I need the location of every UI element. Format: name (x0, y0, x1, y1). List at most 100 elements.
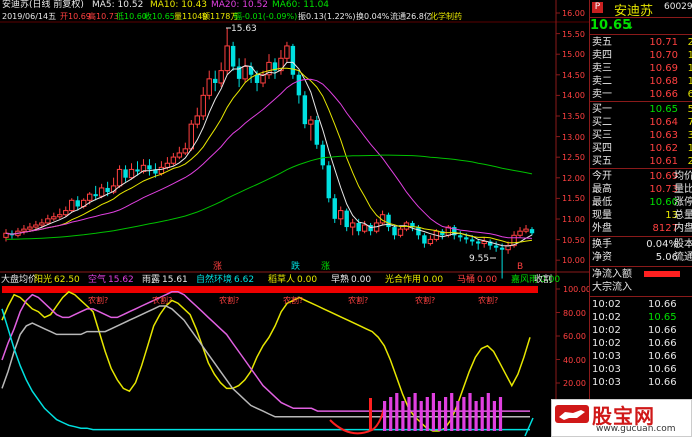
stat-tail-3: 总量 (674, 210, 692, 221)
candle-body-47 (284, 45, 290, 59)
stat-row-0: 今开 10.69 均价 (592, 170, 692, 183)
indicator-cyan-tail (524, 417, 534, 437)
ind-item-value-1: 15.62 (108, 275, 134, 285)
low-label: 低10.60 (116, 12, 147, 21)
bid-row-2: 买三 10.63 3 (592, 129, 692, 142)
harvest-label-2: 农割? (219, 296, 240, 305)
bid-row-1: 买二 10.64 7 (592, 116, 692, 129)
ask-label-3: 卖二 (592, 76, 612, 87)
last-price: 10.65 (590, 18, 632, 33)
tick-row-1: 10:02 10.65 (592, 311, 692, 324)
candle-body-71 (427, 238, 434, 245)
ask-price-0: 10.71 (649, 37, 678, 48)
price-axis-label-11: 10.50 (562, 235, 585, 245)
marker-up-2: 涨 (321, 262, 331, 272)
candle-body-11 (69, 199, 75, 212)
bid-vol-2: 3 (687, 130, 692, 141)
industry-label[interactable]: 化学制药 (430, 11, 462, 22)
stock-title: 安迪苏(日线 前复权) (2, 0, 84, 10)
ind-item-value-0: 62.50 (54, 275, 80, 285)
low-mark-label: 9.55 (469, 254, 490, 264)
divider-stats (590, 168, 692, 169)
hist-bar-8 (431, 393, 435, 431)
candle-body-7 (45, 218, 51, 224)
stat2-row-0: 换手 0.04% 股本 (592, 238, 692, 251)
price-axis-label-4: 14.00 (562, 91, 585, 101)
candle-body-55 (332, 198, 337, 219)
candle-body-65 (392, 227, 397, 236)
candle-body-78 (470, 239, 475, 242)
bid-row-0: 买一 10.65 5 (592, 103, 692, 116)
harvest-label-1: 农割? (152, 296, 173, 305)
ind-item-label-4: 稻草人 (268, 275, 296, 285)
candle-body-82 (493, 245, 499, 248)
stat-tail-2: 涨停 (674, 197, 692, 208)
tick-row-3: 10:02 10.66 (592, 337, 692, 350)
hist-bar-18 (492, 401, 496, 431)
candle-body-30 (182, 148, 189, 154)
ind-axis-label-2: 60.00 (563, 332, 586, 341)
tick-row-5: 10:03 10.66 (592, 363, 692, 376)
candle-body-77 (464, 237, 469, 240)
ma10-line (5, 67, 533, 244)
ind-name: 大盘均价 (1, 275, 38, 285)
candle-body-52 (314, 120, 320, 145)
ask-price-4: 10.66 (649, 89, 678, 100)
bid-price-1: 10.64 (649, 117, 678, 128)
candle-body-12 (75, 200, 80, 207)
ind-item-value-5: 0.00 (351, 275, 372, 285)
bid-label-1: 买二 (592, 117, 612, 128)
watermark-url: www.gucuan.com (596, 424, 676, 434)
candle-body-57 (344, 210, 349, 228)
bid-row-4: 买五 10.61 2 (592, 155, 692, 168)
ind-axis-label-4: 20.00 (563, 379, 586, 388)
tick-price-0: 10.66 (648, 299, 677, 310)
turnover-label: 换0.04% (356, 12, 390, 21)
candle-body-60 (361, 224, 368, 232)
candle-body-17 (105, 187, 110, 193)
harvest-label-0: 农割? (88, 296, 109, 305)
divider-ask (590, 34, 692, 35)
ma5-line (5, 61, 533, 247)
hist-bar-11 (450, 393, 454, 431)
stat-row-1: 最高 10.73 量比 (592, 183, 692, 196)
candle-body-3 (21, 228, 27, 232)
close-label: 收10.65 (144, 12, 175, 21)
stock-code: 600299 (664, 2, 692, 12)
ask-label-2: 卖三 (592, 63, 612, 74)
hist-bar-12 (456, 401, 460, 431)
flow-in-row: 净流入额 (592, 268, 692, 281)
bid-label-4: 买五 (592, 156, 612, 167)
harvest-label-5: 农割? (415, 296, 436, 305)
ind-item-value-7: 0.00 (477, 275, 498, 285)
harvest-label-3: 农割? (283, 296, 304, 305)
bid-vol-3: 1 (687, 143, 692, 154)
marker-down: 跌 (291, 262, 301, 272)
candle-body-14 (86, 193, 93, 201)
open-label: 开10.69 (60, 12, 91, 21)
ind-item-label-1: 空气 (88, 275, 107, 285)
price-axis-label-1: 15.50 (562, 29, 585, 39)
price-axis-label-5: 13.50 (562, 112, 585, 121)
stat-label-0: 今开 (592, 171, 612, 182)
hist-bar-19 (498, 397, 503, 431)
red-band (2, 286, 538, 293)
bid-vol-4: 2 (687, 156, 692, 167)
tick-time-4: 10:03 (592, 351, 621, 362)
block-flow-row: 大宗流入 (592, 281, 692, 294)
candle-body-6 (39, 222, 45, 226)
date-label: 2019/06/14五 (2, 12, 57, 21)
ma5-label: MA5: 10.52 (92, 0, 144, 10)
stat2-tail-0: 股本 (674, 239, 692, 250)
candle-body-29 (176, 152, 183, 158)
price-axis-label-12: 10.00 (562, 256, 585, 266)
candle-body-51 (308, 119, 314, 125)
candle-body-27 (164, 162, 171, 168)
price-axis-label-3: 14.50 (562, 70, 585, 80)
tick-price-3: 10.66 (648, 338, 677, 349)
block-flow-label: 大宗流入 (592, 282, 632, 293)
bid-vol-1: 7 (687, 117, 692, 128)
tick-row-0: 10:02 10.66 (592, 298, 692, 311)
ask-vol-1: 1 (687, 50, 692, 61)
stat-label-3: 现量 (592, 210, 612, 221)
